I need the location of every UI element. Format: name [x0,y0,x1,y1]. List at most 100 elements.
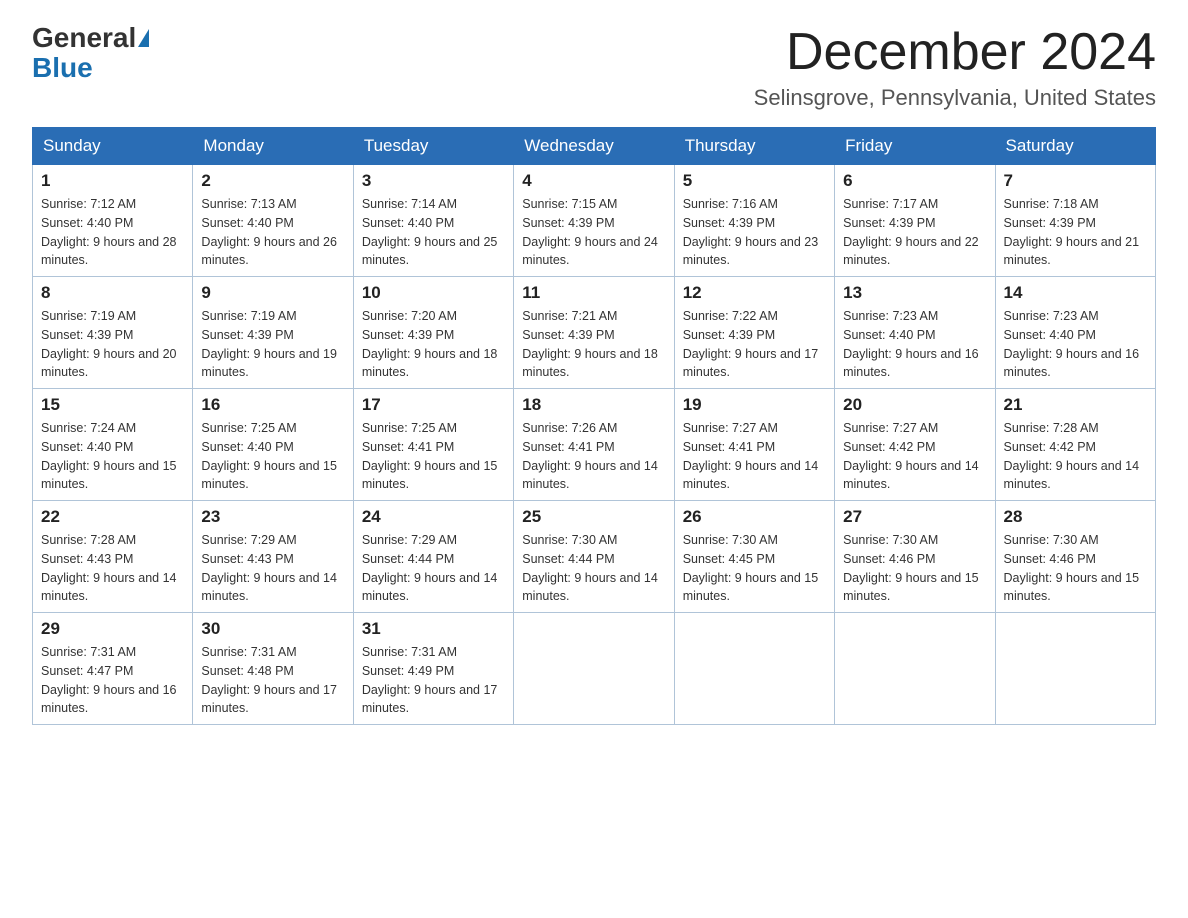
day-info: Sunrise: 7:15 AMSunset: 4:39 PMDaylight:… [522,195,665,270]
page-header: General Blue December 2024 Selinsgrove, … [32,24,1156,111]
day-info: Sunrise: 7:21 AMSunset: 4:39 PMDaylight:… [522,307,665,382]
calendar-cell: 19 Sunrise: 7:27 AMSunset: 4:41 PMDayligh… [674,389,834,501]
calendar-cell: 11Sunrise: 7:21 AMSunset: 4:39 PMDayligh… [514,277,674,389]
calendar-cell: 26 Sunrise: 7:30 AMSunset: 4:45 PMDayligh… [674,501,834,613]
day-info: Sunrise: 7:29 AMSunset: 4:43 PMDaylight:… [201,531,344,606]
day-number: 10 [362,283,505,303]
title-area: December 2024 Selinsgrove, Pennsylvania,… [754,24,1156,111]
calendar-cell: 18Sunrise: 7:26 AMSunset: 4:41 PMDayligh… [514,389,674,501]
weekday-header-friday: Friday [835,128,995,165]
day-info: Sunrise: 7:14 AMSunset: 4:40 PMDaylight:… [362,195,505,270]
day-info: Sunrise: 7:23 AMSunset: 4:40 PMDaylight:… [1004,307,1147,382]
day-number: 9 [201,283,344,303]
weekday-header-saturday: Saturday [995,128,1155,165]
calendar-cell: 24 Sunrise: 7:29 AMSunset: 4:44 PMDayligh… [353,501,513,613]
calendar-table: SundayMondayTuesdayWednesdayThursdayFrid… [32,127,1156,725]
weekday-header-thursday: Thursday [674,128,834,165]
calendar-cell: 2 Sunrise: 7:13 AMSunset: 4:40 PMDaylight… [193,165,353,277]
calendar-cell: 7Sunrise: 7:18 AMSunset: 4:39 PMDaylight… [995,165,1155,277]
calendar-week-row: 1 Sunrise: 7:12 AMSunset: 4:40 PMDaylight… [33,165,1156,277]
day-number: 5 [683,171,826,191]
day-info: Sunrise: 7:22 AMSunset: 4:39 PMDaylight:… [683,307,826,382]
day-number: 7 [1004,171,1147,191]
day-number: 26 [683,507,826,527]
calendar-cell: 14 Sunrise: 7:23 AMSunset: 4:40 PMDayligh… [995,277,1155,389]
weekday-header-sunday: Sunday [33,128,193,165]
calendar-cell: 5 Sunrise: 7:16 AMSunset: 4:39 PMDaylight… [674,165,834,277]
calendar-cell: 30Sunrise: 7:31 AMSunset: 4:48 PMDayligh… [193,613,353,725]
day-info: Sunrise: 7:23 AMSunset: 4:40 PMDaylight:… [843,307,986,382]
calendar-week-row: 15 Sunrise: 7:24 AMSunset: 4:40 PMDayligh… [33,389,1156,501]
day-info: Sunrise: 7:31 AMSunset: 4:47 PMDaylight:… [41,643,184,718]
day-number: 14 [1004,283,1147,303]
day-number: 15 [41,395,184,415]
day-number: 12 [683,283,826,303]
day-info: Sunrise: 7:27 AMSunset: 4:41 PMDaylight:… [683,419,826,494]
weekday-header-tuesday: Tuesday [353,128,513,165]
calendar-week-row: 22Sunrise: 7:28 AMSunset: 4:43 PMDayligh… [33,501,1156,613]
calendar-cell [995,613,1155,725]
logo-blue: Blue [32,54,93,82]
calendar-cell: 13 Sunrise: 7:23 AMSunset: 4:40 PMDayligh… [835,277,995,389]
calendar-cell: 8Sunrise: 7:19 AMSunset: 4:39 PMDaylight… [33,277,193,389]
logo: General Blue [32,24,149,82]
calendar-week-row: 29 Sunrise: 7:31 AMSunset: 4:47 PMDayligh… [33,613,1156,725]
calendar-cell: 17 Sunrise: 7:25 AMSunset: 4:41 PMDayligh… [353,389,513,501]
calendar-cell: 10 Sunrise: 7:20 AMSunset: 4:39 PMDayligh… [353,277,513,389]
day-info: Sunrise: 7:12 AMSunset: 4:40 PMDaylight:… [41,195,184,270]
calendar-cell [835,613,995,725]
day-info: Sunrise: 7:30 AMSunset: 4:45 PMDaylight:… [683,531,826,606]
day-info: Sunrise: 7:28 AMSunset: 4:42 PMDaylight:… [1004,419,1147,494]
calendar-cell: 28 Sunrise: 7:30 AMSunset: 4:46 PMDayligh… [995,501,1155,613]
logo-general: General [32,24,149,52]
calendar-cell [514,613,674,725]
day-info: Sunrise: 7:30 AMSunset: 4:46 PMDaylight:… [843,531,986,606]
calendar-cell: 3 Sunrise: 7:14 AMSunset: 4:40 PMDaylight… [353,165,513,277]
day-info: Sunrise: 7:28 AMSunset: 4:43 PMDaylight:… [41,531,184,606]
calendar-cell: 9Sunrise: 7:19 AMSunset: 4:39 PMDaylight… [193,277,353,389]
day-number: 20 [843,395,986,415]
day-number: 18 [522,395,665,415]
calendar-cell: 25Sunrise: 7:30 AMSunset: 4:44 PMDayligh… [514,501,674,613]
day-number: 19 [683,395,826,415]
calendar-cell: 1 Sunrise: 7:12 AMSunset: 4:40 PMDaylight… [33,165,193,277]
day-number: 21 [1004,395,1147,415]
weekday-header-monday: Monday [193,128,353,165]
day-number: 4 [522,171,665,191]
day-info: Sunrise: 7:13 AMSunset: 4:40 PMDaylight:… [201,195,344,270]
day-info: Sunrise: 7:30 AMSunset: 4:46 PMDaylight:… [1004,531,1147,606]
calendar-cell: 31Sunrise: 7:31 AMSunset: 4:49 PMDayligh… [353,613,513,725]
calendar-cell: 20 Sunrise: 7:27 AMSunset: 4:42 PMDayligh… [835,389,995,501]
day-number: 27 [843,507,986,527]
day-number: 2 [201,171,344,191]
day-info: Sunrise: 7:27 AMSunset: 4:42 PMDaylight:… [843,419,986,494]
day-info: Sunrise: 7:25 AMSunset: 4:40 PMDaylight:… [201,419,344,494]
day-number: 29 [41,619,184,639]
calendar-cell [674,613,834,725]
day-number: 17 [362,395,505,415]
calendar-week-row: 8Sunrise: 7:19 AMSunset: 4:39 PMDaylight… [33,277,1156,389]
day-number: 25 [522,507,665,527]
calendar-cell: 4 Sunrise: 7:15 AMSunset: 4:39 PMDaylight… [514,165,674,277]
day-info: Sunrise: 7:24 AMSunset: 4:40 PMDaylight:… [41,419,184,494]
day-number: 28 [1004,507,1147,527]
calendar-cell: 29 Sunrise: 7:31 AMSunset: 4:47 PMDayligh… [33,613,193,725]
day-info: Sunrise: 7:29 AMSunset: 4:44 PMDaylight:… [362,531,505,606]
day-info: Sunrise: 7:25 AMSunset: 4:41 PMDaylight:… [362,419,505,494]
calendar-title: December 2024 [754,24,1156,81]
day-number: 13 [843,283,986,303]
calendar-cell: 12 Sunrise: 7:22 AMSunset: 4:39 PMDayligh… [674,277,834,389]
day-info: Sunrise: 7:20 AMSunset: 4:39 PMDaylight:… [362,307,505,382]
calendar-cell: 23Sunrise: 7:29 AMSunset: 4:43 PMDayligh… [193,501,353,613]
calendar-cell: 22Sunrise: 7:28 AMSunset: 4:43 PMDayligh… [33,501,193,613]
day-number: 24 [362,507,505,527]
calendar-cell: 16Sunrise: 7:25 AMSunset: 4:40 PMDayligh… [193,389,353,501]
day-number: 3 [362,171,505,191]
day-info: Sunrise: 7:16 AMSunset: 4:39 PMDaylight:… [683,195,826,270]
day-number: 1 [41,171,184,191]
weekday-header-wednesday: Wednesday [514,128,674,165]
weekday-header-row: SundayMondayTuesdayWednesdayThursdayFrid… [33,128,1156,165]
calendar-cell: 27 Sunrise: 7:30 AMSunset: 4:46 PMDayligh… [835,501,995,613]
day-info: Sunrise: 7:17 AMSunset: 4:39 PMDaylight:… [843,195,986,270]
day-number: 31 [362,619,505,639]
